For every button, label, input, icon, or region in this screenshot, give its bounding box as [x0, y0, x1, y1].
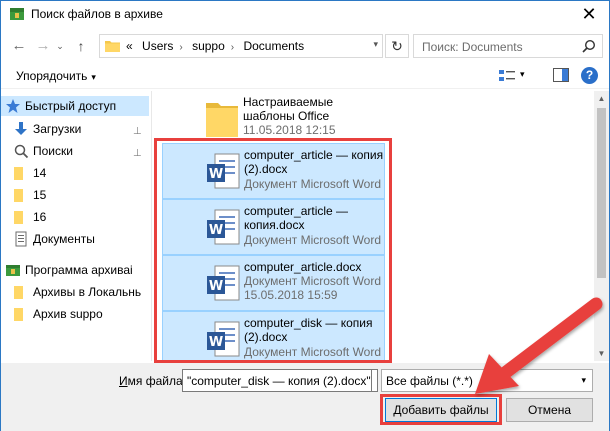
filename-value: "computer_disk — копия (2).docx" [187, 374, 371, 388]
sidebar-item-documents[interactable]: Документы [13, 229, 149, 249]
address-bar[interactable]: « Users › suppo › Documents ▾ [99, 34, 383, 58]
selection-highlight-annotation [154, 138, 392, 363]
organize-label: Упорядочить [16, 69, 88, 83]
recent-locations-chevron-icon[interactable]: ⌄ [54, 36, 66, 56]
sidebar-item-label: Архивы в Локальнь [33, 285, 142, 299]
folder-icon [14, 167, 23, 180]
sidebar-item-folder-15[interactable]: 15 [13, 185, 149, 205]
close-button[interactable]: ✕ [577, 4, 601, 24]
sidebar-item-label: 15 [33, 188, 47, 202]
preview-pane-icon[interactable] [553, 68, 569, 82]
title-bar: Поиск файлов в архиве ✕ [1, 1, 609, 27]
star-icon [6, 99, 20, 113]
navigation-row: ← → ⌄ ↑ « Users › suppo › Documents ▾ ↻ По… [1, 31, 609, 61]
folder-icon [206, 103, 238, 137]
filename-label-text: мя файла: [127, 374, 186, 388]
up-button[interactable]: ↑ [71, 36, 91, 56]
sidebar-item-label: 16 [33, 210, 47, 224]
breadcrumb-item-users[interactable]: Users [142, 39, 173, 53]
chevron-down-icon: ▾ [91, 72, 96, 82]
sidebar-item-label: Архив suppo [33, 307, 103, 321]
filename-dropdown[interactable] [372, 369, 378, 392]
breadcrumb-item-documents[interactable]: Documents [243, 39, 304, 53]
sidebar-item-label: Документы [33, 232, 95, 246]
filename-label: Имя файла: [119, 374, 186, 388]
change-view-icon[interactable] [498, 68, 516, 84]
chevron-down-icon[interactable]: ▾ [520, 69, 525, 80]
sidebar-item-label: Быстрый доступ [25, 99, 117, 113]
archiver-icon [6, 265, 20, 276]
archive-app-icon [10, 8, 24, 20]
sidebar-item-label: Поиски [33, 144, 73, 158]
sidebar-item-quick-access[interactable]: Быстрый доступ [5, 96, 149, 116]
refresh-button[interactable]: ↻ [385, 34, 409, 58]
filename-label-accesskey: И [119, 374, 128, 388]
annotation-arrow-icon [475, 297, 603, 394]
sidebar-item-folder-14[interactable]: 14 [13, 163, 149, 183]
file-date: 11.05.2018 12:15 [243, 123, 336, 137]
command-bar: Упорядочить ▾ ▾ ? [1, 63, 609, 89]
back-button[interactable]: ← [9, 36, 29, 56]
folder-icon [14, 211, 23, 224]
sidebar-item-label: 14 [33, 166, 47, 180]
search-icon [14, 144, 29, 159]
search-input[interactable]: Поиск: Documents [413, 34, 603, 58]
organize-button[interactable]: Упорядочить ▾ [16, 69, 96, 83]
file-name: Настраиваемые шаблоны Office [243, 95, 334, 123]
sidebar-item-archiver[interactable]: Программа архиваі [5, 260, 149, 280]
pane-splitter[interactable] [151, 91, 152, 361]
chevron-right-icon: › [230, 42, 235, 53]
breadcrumb-overflow[interactable]: « [126, 39, 133, 53]
search-icon[interactable] [582, 39, 596, 53]
pin-icon[interactable]: ⊥ [133, 148, 142, 159]
sidebar-item-label: Программа архиваі [25, 263, 133, 277]
folder-icon [105, 41, 120, 52]
breadcrumb-item-suppo[interactable]: suppo [192, 39, 225, 53]
window-title: Поиск файлов в архиве [31, 7, 163, 21]
folder-icon [14, 189, 23, 202]
scroll-thumb[interactable] [597, 108, 606, 278]
pin-icon[interactable]: ⊥ [133, 126, 142, 137]
file-dialog: Поиск файлов в архиве ✕ ← → ⌄ ↑ « Users ›… [0, 0, 610, 431]
download-icon [15, 122, 27, 135]
filename-field[interactable]: "computer_disk — копия (2).docx" [182, 369, 372, 392]
sidebar-item-archive-suppo[interactable]: Архив suppo [13, 304, 149, 324]
scroll-up-arrow-icon[interactable]: ▲ [594, 91, 609, 106]
forward-button[interactable]: → [33, 36, 53, 56]
sidebar-item-label: Загрузки [33, 122, 82, 136]
chevron-right-icon: › [179, 42, 183, 53]
folder-icon [14, 286, 23, 299]
sidebar-item-folder-16[interactable]: 16 [13, 207, 149, 227]
sidebar-item-searches[interactable]: Поиски [13, 141, 149, 161]
navigation-pane: Быстрый доступ Загрузки ⊥ Поиски ⊥ 14 15… [1, 91, 149, 361]
sidebar-item-local-archives[interactable]: Архивы в Локальнь [13, 282, 149, 302]
sidebar-item-downloads[interactable]: Загрузки [13, 119, 149, 139]
chevron-down-icon[interactable]: ▾ [373, 39, 378, 50]
breadcrumb: « Users › suppo › Documents [126, 39, 310, 53]
help-icon[interactable]: ? [581, 67, 598, 84]
folder-icon [14, 308, 23, 321]
documents-icon [15, 231, 27, 247]
search-placeholder: Поиск: Documents [422, 40, 523, 54]
